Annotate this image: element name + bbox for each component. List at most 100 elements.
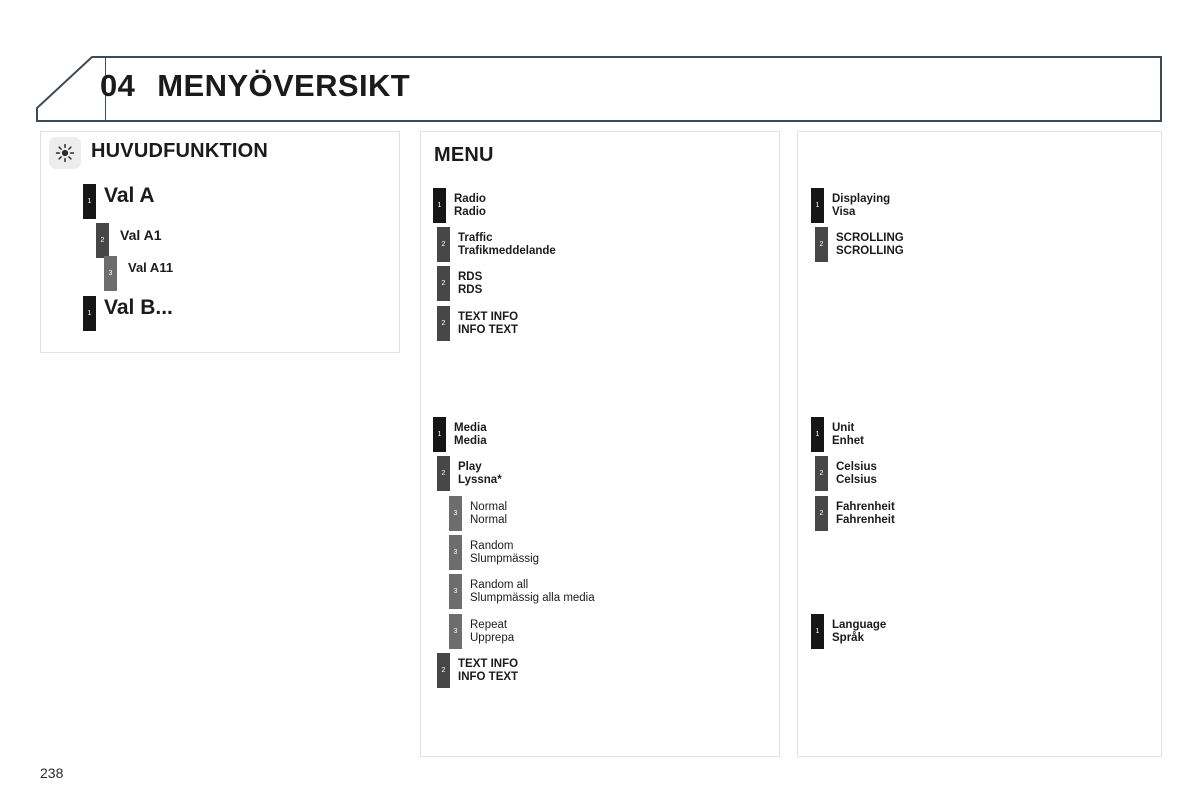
menu-item-label-en: TEXT INFO: [458, 658, 519, 670]
menu-item-label-sv: Visa: [832, 205, 856, 218]
legend-row-level1-b: 1 Val B...: [83, 296, 173, 331]
legend-row-level2-a1: 2 Val A1: [96, 223, 162, 258]
sun-brightness-icon: [49, 137, 81, 169]
menu-item-label-sv: Slumpmässig: [470, 552, 540, 565]
page-title: 04 MENYÖVERSIKT: [100, 68, 410, 104]
menu-item-label-en: Random: [470, 540, 514, 552]
menu-item-label-sv: SCROLLING: [836, 244, 904, 257]
menu-item-labels: Random Slumpmässig: [470, 540, 539, 565]
menu-item-labels: Repeat Upprepa: [470, 619, 514, 644]
menu-item-label-sv: Språk: [832, 631, 864, 644]
menu-item-label-en: Radio: [454, 193, 486, 205]
menu-item-label-en: Unit: [832, 422, 855, 434]
menu-item-label-sv: Normal: [470, 513, 508, 526]
menu-item-label-sv: INFO TEXT: [458, 323, 519, 336]
level-badge: 3: [449, 614, 462, 649]
menu-item-labels: Random all Slumpmässig alla media: [470, 579, 595, 604]
menu-tree-row: 3 Random all Slumpmässig alla media: [449, 574, 595, 609]
menu-item-labels: Fahrenheit Fahrenheit: [836, 501, 895, 526]
chapter-title-text: MENYÖVERSIKT: [157, 68, 411, 103]
legend-row-labels: Val B...: [104, 296, 173, 320]
legend-label: Val B...: [104, 296, 173, 319]
menu-item-label-en: Fahrenheit: [836, 501, 895, 513]
menu-item-label-sv: Celsius: [836, 473, 877, 486]
menu-item-label-sv: Slumpmässig alla media: [470, 591, 595, 604]
menu-item-label-sv: Radio: [454, 205, 486, 218]
menu-item-labels: Radio Radio: [454, 193, 486, 218]
level-badge: 2: [96, 223, 109, 258]
menu-item-labels: Displaying Visa: [832, 193, 890, 218]
page-number: 238: [40, 765, 64, 781]
menu-item-labels: RDS RDS: [458, 271, 482, 296]
level-badge: 3: [449, 496, 462, 531]
menu-tree-row: 1 Media Media: [433, 417, 487, 452]
level-badge: 1: [83, 184, 96, 219]
menu-item-labels: Celsius Celsius: [836, 461, 877, 486]
level-badge: 2: [815, 456, 828, 491]
level-badge: 3: [449, 574, 462, 609]
display-tree-row: 1 Language Språk: [811, 614, 886, 649]
legend-row-level1-a: 1 Val A: [83, 184, 155, 219]
menu-item-label-sv: Trafikmeddelande: [458, 244, 556, 257]
level-badge: 1: [83, 296, 96, 331]
legend-label: Val A: [104, 184, 155, 207]
menu-item-label-en: Celsius: [836, 461, 877, 473]
menu-tree-row: 3 Normal Normal: [449, 496, 507, 531]
level-badge: 2: [437, 306, 450, 341]
menu-tree-row: 3 Repeat Upprepa: [449, 614, 514, 649]
level-badge: 1: [433, 188, 446, 223]
level-badge: 1: [811, 188, 824, 223]
menu-item-label-en: Media: [454, 422, 487, 434]
legend-label: Val A11: [128, 260, 174, 275]
menu-tree-row: 2 Play Lyssna*: [437, 456, 502, 491]
menu-item-label-en: Normal: [470, 501, 508, 513]
menu-item-label-sv: INFO TEXT: [458, 670, 519, 683]
legend-row-labels: Val A1: [120, 226, 162, 244]
legend-row-labels: Val A: [104, 184, 155, 208]
level-badge: 1: [811, 614, 824, 649]
display-tree-row: 1 Displaying Visa: [811, 188, 890, 223]
level-badge: 3: [449, 535, 462, 570]
menu-item-label-en: TEXT INFO: [458, 311, 519, 323]
level-badge: 2: [437, 456, 450, 491]
level-badge: 3: [104, 256, 117, 291]
menu-tree-row: 2 TEXT INFO INFO TEXT: [437, 306, 518, 341]
menu-item-labels: Normal Normal: [470, 501, 507, 526]
menu-item-label-en: Displaying: [832, 193, 891, 205]
legend-row-labels: Val A11: [128, 259, 173, 277]
menu-panel-title: MENU: [434, 144, 494, 166]
menu-item-label-en: Language: [832, 619, 887, 631]
legend-row-level3-a11: 3 Val A11: [104, 256, 173, 291]
level-badge: 2: [437, 653, 450, 688]
menu-item-labels: Language Språk: [832, 619, 886, 644]
menu-item-label-sv: Fahrenheit: [836, 513, 895, 526]
menu-item-labels: SCROLLING SCROLLING: [836, 232, 904, 257]
level-badge: 2: [437, 227, 450, 262]
chapter-number: 04: [100, 68, 136, 103]
menu-tree-row: 3 Random Slumpmässig: [449, 535, 539, 570]
display-tree-row: 2 Celsius Celsius: [815, 456, 877, 491]
manual-page: 04 MENYÖVERSIKT HUVUDFUNKTION 1 Val A 2 …: [0, 0, 1200, 800]
display-tree-row: 2 Fahrenheit Fahrenheit: [815, 496, 895, 531]
menu-item-label-sv: Lyssna*: [458, 473, 502, 486]
level-badge: 2: [815, 227, 828, 262]
menu-item-label-sv: RDS: [458, 283, 483, 296]
menu-item-label-en: SCROLLING: [836, 232, 904, 244]
level-badge: 1: [811, 417, 824, 452]
legend-label: Val A1: [120, 227, 162, 243]
level-badge: 1: [433, 417, 446, 452]
level-badge: 2: [437, 266, 450, 301]
menu-item-label-en: Play: [458, 461, 482, 473]
menu-item-label-sv: Enhet: [832, 434, 864, 447]
menu-item-labels: Media Media: [454, 422, 487, 447]
menu-item-labels: Unit Enhet: [832, 422, 864, 447]
menu-tree-row: 2 Traffic Trafikmeddelande: [437, 227, 556, 262]
menu-item-labels: TEXT INFO INFO TEXT: [458, 658, 518, 683]
display-tree-row: 2 SCROLLING SCROLLING: [815, 227, 904, 262]
legend-panel-title: HUVUDFUNKTION: [91, 140, 269, 162]
menu-tree-row: 1 Radio Radio: [433, 188, 486, 223]
display-tree-row: 1 Unit Enhet: [811, 417, 864, 452]
level-badge: 2: [815, 496, 828, 531]
menu-item-label-en: Random all: [470, 579, 529, 591]
menu-item-label-en: Traffic: [458, 232, 493, 244]
